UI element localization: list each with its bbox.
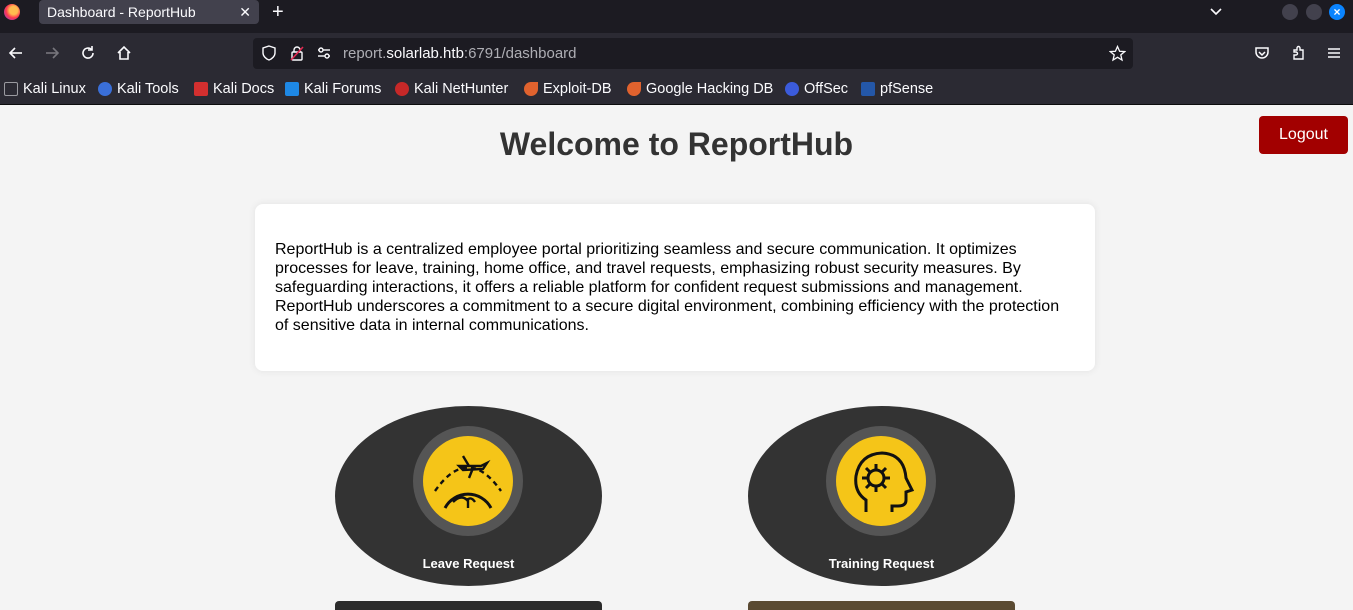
maximize-button[interactable] xyxy=(1306,4,1322,20)
browser-tab-bar: Dashboard - ReportHub ✕ + × xyxy=(0,0,1353,33)
bookmark-google-hacking-db[interactable]: Google Hacking DB xyxy=(627,80,773,98)
firefox-logo-icon[interactable] xyxy=(4,4,20,20)
browser-nav-bar: report.solarlab.htb:6791/dashboard xyxy=(0,33,1353,73)
forward-arrow-icon[interactable] xyxy=(43,44,61,62)
intro-card: ReportHub is a centralized employee port… xyxy=(255,204,1095,371)
bookmark-kali-tools[interactable]: Kali Tools xyxy=(98,80,179,98)
bookmarks-toolbar: Kali Linux Kali Tools Kali Docs Kali For… xyxy=(0,73,1353,105)
tile-label: Leave Request xyxy=(422,556,515,571)
offsec-icon xyxy=(785,82,799,96)
bookmark-offsec[interactable]: OffSec xyxy=(785,80,848,98)
travel-globe-icon xyxy=(434,455,502,509)
bookmark-exploit-db[interactable]: Exploit-DB xyxy=(524,80,612,98)
tile-label: Training Request xyxy=(828,556,935,571)
tile-icon-ring xyxy=(413,426,523,536)
bookmark-star-icon[interactable] xyxy=(1109,45,1126,62)
new-tab-button[interactable]: + xyxy=(272,0,284,24)
bookmark-kali-forums[interactable]: Kali Forums xyxy=(285,80,381,98)
page-title: Welcome to ReportHub xyxy=(499,126,854,162)
permissions-icon[interactable] xyxy=(316,45,332,61)
bookmark-kali-nethunter[interactable]: Kali NetHunter xyxy=(395,80,508,98)
chevron-down-icon[interactable] xyxy=(1208,3,1224,19)
kali-docs-icon xyxy=(194,82,208,96)
kali-forums-icon xyxy=(285,82,299,96)
url-bar[interactable]: report.solarlab.htb:6791/dashboard xyxy=(253,38,1133,69)
tab-close-icon[interactable]: ✕ xyxy=(239,0,251,24)
dashboard-page: Welcome to ReportHub Logout ReportHub is… xyxy=(0,105,1353,610)
intro-text: ReportHub is a centralized employee port… xyxy=(275,241,1060,334)
extensions-icon[interactable] xyxy=(1290,44,1308,62)
leave-request-tile[interactable]: Leave Request xyxy=(335,406,602,586)
tile-icon-ring xyxy=(826,426,936,536)
next-tile-peek[interactable] xyxy=(748,601,1015,610)
tab-title: Dashboard - ReportHub xyxy=(47,4,196,20)
training-request-tile[interactable]: Training Request xyxy=(748,406,1015,586)
ghdb-icon xyxy=(627,82,641,96)
bookmark-kali-linux[interactable]: Kali Linux xyxy=(4,80,86,98)
tile-icon-disc xyxy=(836,436,926,526)
exploit-db-icon xyxy=(524,82,538,96)
logout-button[interactable]: Logout xyxy=(1259,116,1348,154)
bookmark-kali-docs[interactable]: Kali Docs xyxy=(194,80,274,98)
pocket-icon[interactable] xyxy=(1253,44,1271,62)
minimize-button[interactable] xyxy=(1282,4,1298,20)
menu-icon[interactable] xyxy=(1325,44,1343,62)
next-tile-peek[interactable] xyxy=(335,601,602,610)
kali-dragon-icon xyxy=(4,82,18,96)
window-close-button[interactable]: × xyxy=(1329,4,1345,20)
tile-icon-disc xyxy=(423,436,513,526)
reload-icon[interactable] xyxy=(79,44,97,62)
browser-tab[interactable]: Dashboard - ReportHub ✕ xyxy=(39,0,259,24)
kali-tools-icon xyxy=(98,82,112,96)
shield-icon[interactable] xyxy=(261,45,277,61)
nethunter-icon xyxy=(395,82,409,96)
head-gear-icon xyxy=(854,451,915,512)
pfsense-icon xyxy=(861,82,875,96)
home-icon[interactable] xyxy=(115,44,133,62)
insecure-lock-icon[interactable] xyxy=(289,45,305,61)
bookmark-pfsense[interactable]: pfSense xyxy=(861,80,933,98)
url-text[interactable]: report.solarlab.htb:6791/dashboard xyxy=(343,38,577,69)
back-arrow-icon[interactable] xyxy=(7,44,25,62)
